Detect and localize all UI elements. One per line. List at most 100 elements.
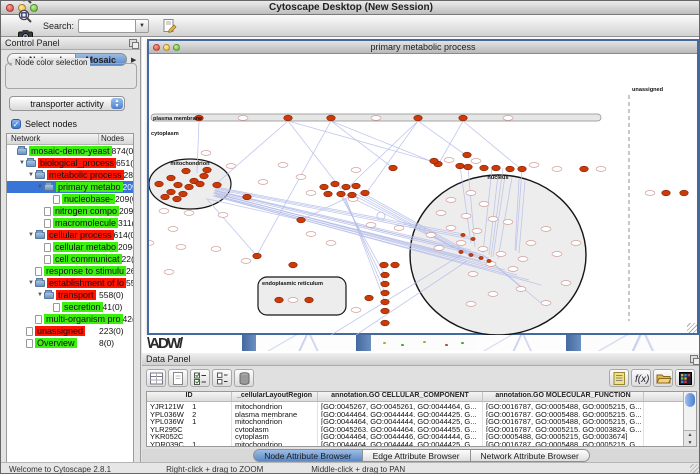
network-node[interactable] (324, 191, 332, 197)
network-node[interactable] (342, 184, 350, 190)
expand-arrow-icon[interactable]: ▼ (18, 160, 26, 166)
tree-row-nucleobase-[interactable]: nucleobase-209(0) (7, 193, 133, 205)
background-window-fragment[interactable] (371, 335, 474, 351)
network-node[interactable] (365, 295, 373, 301)
annotation-icon[interactable] (609, 369, 629, 387)
select-all-attributes-icon[interactable] (190, 369, 210, 387)
tree-row-nitrogen-compo[interactable]: nitrogen compo209(0) (7, 205, 133, 217)
import-attributes-icon[interactable] (653, 369, 673, 387)
network-node[interactable] (487, 259, 491, 262)
network-canvas[interactable]: plasma membranecytoplasmmitochondrionnuc… (149, 54, 697, 335)
network-node[interactable] (327, 115, 335, 121)
network-node[interactable] (506, 166, 514, 172)
tab-network-attribute-browser[interactable]: Network Attribute Browser (471, 449, 590, 462)
search-input[interactable] (78, 19, 136, 33)
network-node[interactable] (430, 158, 438, 164)
network-node[interactable] (518, 166, 526, 172)
network-node[interactable] (469, 253, 473, 256)
network-node[interactable] (173, 196, 181, 202)
float-data-panel-icon[interactable] (690, 355, 698, 363)
table-scrollbar[interactable]: ▲▼ (683, 392, 696, 446)
tree-column-network[interactable]: Network (7, 134, 99, 144)
network-node[interactable] (182, 168, 190, 174)
network-node[interactable] (479, 256, 483, 259)
network-node[interactable] (461, 233, 465, 236)
network-node[interactable] (381, 290, 389, 296)
tree-row-cellular-metabo[interactable]: cellular metabo209(0) (7, 241, 133, 253)
table-row[interactable]: YPL036W__2plasma membrane[GO:0044464, GO… (147, 410, 683, 418)
network-node[interactable] (297, 217, 305, 223)
tree-row-transport[interactable]: ▼transport558(0) (7, 289, 133, 301)
network-node[interactable] (381, 308, 389, 314)
title-bar[interactable]: Cytoscape Desktop (New Session) (1, 1, 700, 15)
network-node[interactable] (320, 184, 328, 190)
tree-column-nodes[interactable]: Nodes (99, 134, 133, 144)
network-node[interactable] (391, 262, 399, 268)
search-dropdown-arrow[interactable]: ▼ (136, 19, 149, 33)
table-row[interactable]: YPL036W__1mitochondrion[GO:0044464, GO:0… (147, 417, 683, 425)
network-node[interactable] (203, 167, 211, 173)
tree-row-macromolecule[interactable]: macromolecule311(0) (7, 217, 133, 229)
table-row[interactable]: YLR295Ccytoplasm[GO:0045263, GO:0044464,… (147, 425, 683, 433)
network-node[interactable] (680, 190, 688, 196)
background-window-fragment[interactable] (474, 335, 566, 351)
network-node[interactable] (381, 281, 389, 287)
column-header-3[interactable]: annotation.GO MOLECULAR_FUNCTION (483, 392, 644, 401)
background-window-border[interactable] (242, 335, 256, 351)
expand-arrow-icon[interactable]: ▼ (36, 292, 44, 298)
network-view-window[interactable]: primary metabolic process plasma membran… (147, 39, 699, 335)
network-node[interactable] (161, 194, 169, 200)
network-node[interactable] (381, 320, 389, 326)
network-node[interactable] (463, 152, 471, 158)
tree-row-biological-process[interactable]: ▼biological_process651(0) (7, 157, 133, 169)
network-node[interactable] (459, 115, 467, 121)
network-node[interactable] (580, 166, 588, 172)
column-header-2[interactable]: annotation.GO CELLULAR_COMPONENT (318, 392, 483, 401)
network-node[interactable] (179, 191, 187, 197)
network-node[interactable] (381, 272, 389, 278)
network-node[interactable] (331, 181, 339, 187)
annotation-tool-icon[interactable] (159, 16, 179, 35)
tree-row-response-to-stimulu[interactable]: response to stimulu264(0) (7, 265, 133, 277)
network-node[interactable] (185, 184, 193, 190)
network-node[interactable] (305, 297, 313, 303)
attribute-select-icon[interactable] (146, 369, 166, 387)
expand-arrow-icon[interactable]: ▼ (27, 232, 35, 238)
new-attribute-icon[interactable] (168, 369, 188, 387)
network-node[interactable] (167, 175, 175, 181)
float-panel-icon[interactable] (129, 39, 137, 47)
window-resize-grip[interactable] (687, 323, 697, 333)
column-header-1[interactable]: _cellularLayoutRegion (232, 392, 318, 401)
network-node[interactable] (361, 190, 369, 196)
unselect-all-attributes-icon[interactable] (212, 369, 232, 387)
table-row[interactable]: YJR121W__1mitochondrion[GO:0045267, GO:0… (147, 402, 683, 410)
background-window-border[interactable] (356, 335, 371, 351)
network-node[interactable] (381, 299, 389, 305)
expand-arrow-icon[interactable]: ▼ (36, 184, 44, 190)
function-builder-icon[interactable]: f(x) (631, 369, 651, 387)
tab-edge-attribute-browser[interactable]: Edge Attribute Browser (363, 449, 471, 462)
network-node[interactable] (200, 173, 208, 179)
network-node[interactable] (196, 181, 204, 187)
network-node[interactable] (174, 182, 182, 188)
tree-row-unassigned[interactable]: unassigned223(0) (7, 325, 133, 337)
network-node[interactable] (459, 250, 463, 253)
network-node[interactable] (213, 182, 221, 188)
network-node[interactable] (275, 297, 283, 303)
tree-row-cell-communicat[interactable]: cell communicat22(0) (7, 253, 133, 265)
network-node[interactable] (662, 190, 670, 196)
tree-row-primary-metabo[interactable]: ▼primary metabo209(... (7, 181, 133, 193)
app-resize-grip[interactable] (690, 464, 700, 474)
network-window-titlebar[interactable]: primary metabolic process (149, 41, 697, 54)
select-nodes-option[interactable]: ✓ Select nodes (11, 119, 77, 129)
column-header-0[interactable]: ID (147, 392, 232, 401)
network-node[interactable] (352, 183, 360, 189)
network-node[interactable] (480, 165, 488, 171)
network-node[interactable] (243, 194, 251, 200)
network-node[interactable] (471, 237, 475, 240)
network-node[interactable] (284, 115, 292, 121)
background-window-fragment[interactable] (256, 335, 356, 351)
scrollbar-thumb[interactable] (685, 393, 695, 407)
network-node[interactable] (348, 192, 356, 198)
matrix-icon[interactable] (675, 369, 695, 387)
